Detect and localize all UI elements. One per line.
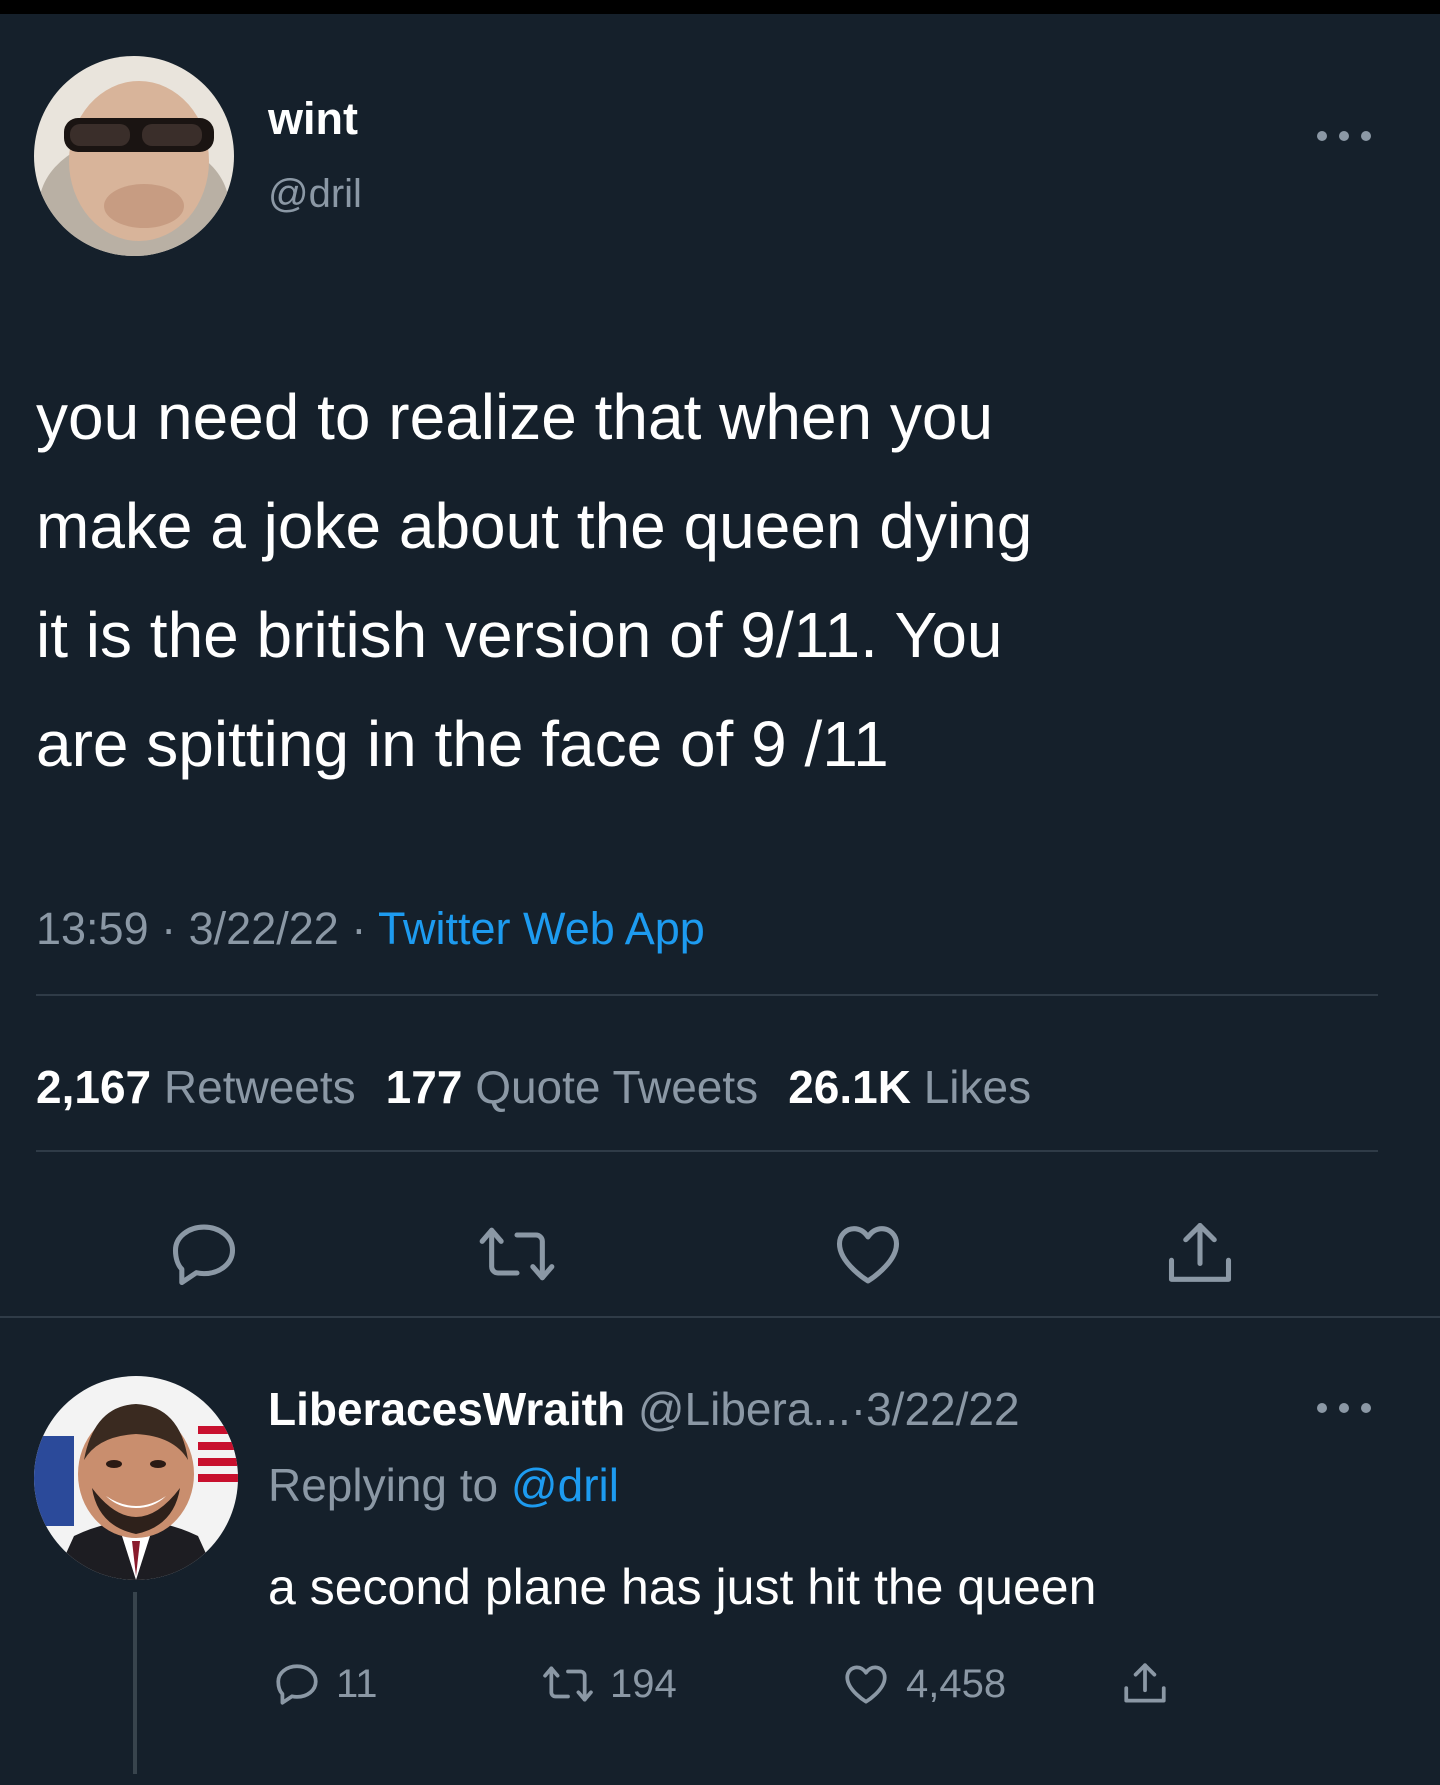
divider xyxy=(36,1150,1378,1152)
meta-separator: · xyxy=(351,903,367,954)
reply-share-button[interactable] xyxy=(1120,1654,1170,1714)
reply-avatar-image xyxy=(34,1376,238,1580)
like-icon[interactable] xyxy=(828,1216,908,1297)
like-icon xyxy=(845,1665,887,1704)
like-count: 4,458 xyxy=(906,1662,1007,1706)
replying-to-label: Replying to xyxy=(268,1459,499,1511)
reply-text: a second plane has just hit the queen xyxy=(268,1559,1097,1615)
tweet-text-line: are spitting in the face of 9 /11 xyxy=(36,708,889,780)
divider xyxy=(0,1316,1440,1318)
reply-icon[interactable] xyxy=(166,1216,242,1297)
quote-tweets-label: Quote Tweets xyxy=(475,1061,759,1113)
reply-display-name[interactable]: LiberacesWraith xyxy=(268,1383,625,1435)
more-horizontal-icon[interactable] xyxy=(1312,1398,1376,1423)
reply-handle[interactable]: @Libera... xyxy=(638,1383,851,1435)
display-name[interactable]: wint xyxy=(268,96,358,141)
reply-avatar[interactable] xyxy=(34,1376,238,1580)
reply-date[interactable]: 3/22/22 xyxy=(866,1383,1019,1435)
avatar-image xyxy=(34,56,234,256)
reply-reply-button[interactable]: 11 xyxy=(272,1654,378,1714)
reply-header: LiberacesWraith @Libera...·3/22/22 xyxy=(268,1386,1020,1432)
divider xyxy=(36,994,1378,996)
tweet-stats: 2,167 Retweets 177 Quote Tweets 26.1K Like… xyxy=(36,1064,1031,1110)
avatar[interactable] xyxy=(34,56,234,256)
quote-tweets-count: 177 xyxy=(385,1061,463,1113)
replying-to: Replying to @dril xyxy=(268,1462,619,1508)
retweets-count: 2,167 xyxy=(36,1061,152,1113)
likes-label: Likes xyxy=(923,1061,1032,1113)
meta-separator: · xyxy=(850,1383,867,1435)
reply-icon xyxy=(276,1664,318,1705)
reply-count: 11 xyxy=(336,1662,378,1706)
meta-separator: · xyxy=(161,903,177,954)
retweet-icon xyxy=(543,1666,593,1702)
retweets-label: Retweets xyxy=(163,1061,356,1113)
tweet-text-line: make a joke about the queen dying xyxy=(36,490,1033,562)
tweet-source[interactable]: Twitter Web App xyxy=(378,903,705,954)
tweet-meta: 13:59 · 3/22/22 · Twitter Web App xyxy=(36,906,705,951)
replying-to-handle[interactable]: @dril xyxy=(511,1459,619,1511)
tweet-date[interactable]: 3/22/22 xyxy=(189,903,339,954)
likes-count: 26.1K xyxy=(788,1061,911,1113)
likes-stat[interactable]: 26.1K Likes xyxy=(788,1061,1031,1113)
reply-like-button[interactable]: 4,458 xyxy=(840,1654,1006,1714)
tweet-time[interactable]: 13:59 xyxy=(36,903,149,954)
share-icon[interactable] xyxy=(1162,1214,1238,1299)
tweet-detail-screen: wint @dril you need to realize that when… xyxy=(0,14,1440,1785)
tweet-text-line: you need to realize that when you xyxy=(36,381,994,453)
tweet-text: you need to realize that when you make a… xyxy=(36,363,1356,799)
quote-tweets-stat[interactable]: 177 Quote Tweets xyxy=(386,1061,759,1113)
retweets-stat[interactable]: 2,167 Retweets xyxy=(36,1061,356,1113)
reply-retweet-button[interactable]: 194 xyxy=(540,1654,677,1714)
tweet-text-line: it is the british version of 9/11. You xyxy=(36,599,1003,671)
more-horizontal-icon[interactable] xyxy=(1312,126,1376,151)
share-icon xyxy=(1124,1663,1166,1703)
retweet-icon[interactable] xyxy=(474,1216,560,1297)
thread-line xyxy=(133,1592,137,1774)
retweet-count: 194 xyxy=(610,1662,677,1706)
user-handle[interactable]: @dril xyxy=(268,174,362,214)
